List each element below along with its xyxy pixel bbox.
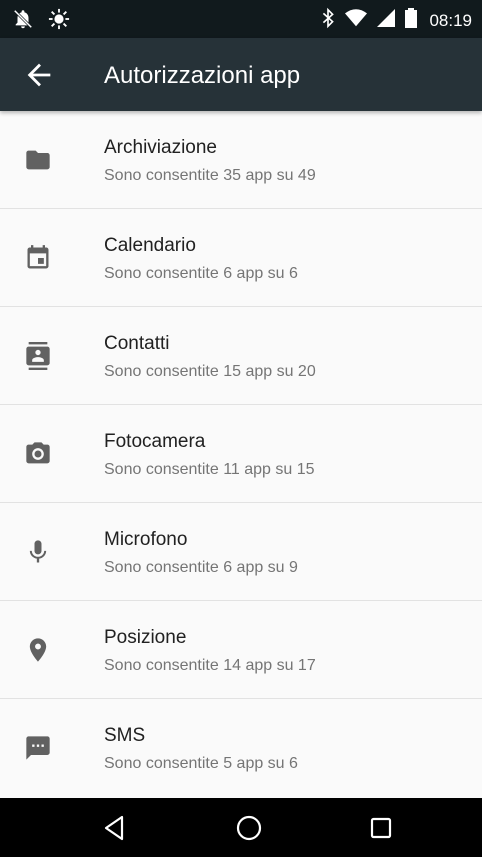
permission-row-sms[interactable]: SMS Sono consentite 5 app su 6 [0, 699, 482, 797]
folder-icon [24, 146, 52, 174]
contacts-icon [24, 342, 52, 370]
status-time: 08:19 [429, 10, 472, 30]
permission-subtitle: Sono consentite 14 app su 17 [104, 657, 316, 674]
status-left [12, 8, 70, 35]
camera-icon [24, 440, 52, 468]
permission-title: Microfono [104, 529, 188, 550]
permission-subtitle: Sono consentite 6 app su 6 [104, 265, 298, 282]
brightness-icon [48, 8, 70, 35]
recents-square-icon[interactable] [365, 812, 397, 844]
navigation-bar [0, 798, 482, 857]
home-circle-icon[interactable] [233, 812, 265, 844]
notification-off-icon [12, 8, 34, 35]
signal-icon [377, 9, 396, 32]
permission-row-contatti[interactable]: Contatti Sono consentite 15 app su 20 [0, 307, 482, 405]
permission-title: Archiviazione [104, 137, 217, 158]
permission-row-posizione[interactable]: Posizione Sono consentite 14 app su 17 [0, 601, 482, 699]
permission-row-archiviazione[interactable]: Archiviazione Sono consentite 35 app su … [0, 111, 482, 209]
calendar-icon [24, 244, 52, 272]
permission-title: Calendario [104, 235, 196, 256]
sms-icon [24, 734, 52, 762]
permission-row-calendario[interactable]: Calendario Sono consentite 6 app su 6 [0, 209, 482, 307]
permission-row-fotocamera[interactable]: Fotocamera Sono consentite 11 app su 15 [0, 405, 482, 503]
location-icon [24, 636, 52, 664]
permission-title: Posizione [104, 627, 187, 648]
page-title: Autorizzazioni app [104, 62, 301, 89]
bluetooth-icon [321, 7, 335, 34]
permission-subtitle: Sono consentite 15 app su 20 [104, 363, 316, 380]
back-triangle-icon[interactable] [98, 812, 130, 844]
status-bar: 08:19 [0, 0, 482, 38]
permission-subtitle: Sono consentite 6 app su 9 [104, 559, 298, 576]
status-right: 08:19 [321, 7, 472, 34]
wifi-icon [345, 8, 368, 33]
permission-title: SMS [104, 725, 146, 746]
permissions-list: Archiviazione Sono consentite 35 app su … [0, 111, 482, 798]
permission-subtitle: Sono consentite 5 app su 6 [104, 755, 298, 772]
permission-subtitle: Sono consentite 35 app su 49 [104, 167, 316, 184]
arrow-back-icon[interactable] [22, 58, 56, 92]
battery-icon [405, 8, 418, 33]
permission-title: Contatti [104, 333, 170, 354]
microphone-icon [24, 538, 52, 566]
permission-row-microfono[interactable]: Microfono Sono consentite 6 app su 9 [0, 503, 482, 601]
app-bar: Autorizzazioni app [0, 38, 482, 111]
permission-subtitle: Sono consentite 11 app su 15 [104, 461, 315, 478]
permission-title: Fotocamera [104, 431, 206, 452]
